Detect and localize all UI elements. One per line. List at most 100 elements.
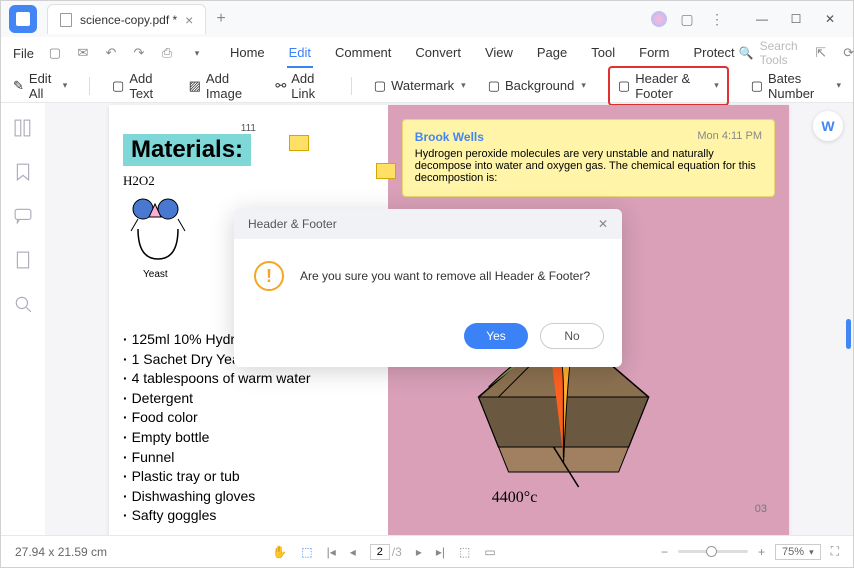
- no-button[interactable]: No: [540, 323, 604, 349]
- materials-heading: Materials:: [123, 134, 251, 166]
- select-tool-icon[interactable]: ⬚: [301, 545, 312, 559]
- yes-button[interactable]: Yes: [464, 323, 528, 349]
- page-total: /3: [392, 545, 402, 559]
- background-button[interactable]: ▢ Background ▾: [488, 78, 586, 94]
- warning-icon: !: [254, 261, 284, 291]
- add-text-button[interactable]: ▢ Add Text: [112, 71, 167, 101]
- bates-icon: ▢: [751, 78, 763, 94]
- left-sidebar: [1, 103, 45, 535]
- save-icon[interactable]: ▢: [46, 44, 64, 62]
- tab-page[interactable]: Page: [535, 39, 569, 68]
- comment-annotation[interactable]: Brook Wells Mon 4:11 PM Hydrogen peroxid…: [402, 119, 775, 197]
- redo-icon[interactable]: ↷: [130, 44, 148, 62]
- tab-edit[interactable]: Edit: [287, 39, 313, 68]
- page-input[interactable]: [370, 544, 390, 560]
- tab-protect[interactable]: Protect: [691, 39, 736, 68]
- undo-icon[interactable]: ↶: [102, 44, 120, 62]
- close-tab-icon[interactable]: ×: [185, 12, 193, 28]
- add-image-button[interactable]: ▨ Add Image: [189, 71, 254, 101]
- page-dimensions: 27.94 x 21.59 cm: [15, 545, 107, 559]
- add-link-button[interactable]: ⚯ Add Link: [275, 71, 329, 101]
- header-footer-icon: ▢: [618, 78, 630, 94]
- comment-time: Mon 4:11 PM: [697, 130, 762, 144]
- chevron-down-icon: ▾: [63, 80, 68, 91]
- tab-home[interactable]: Home: [228, 39, 267, 68]
- tab-comment[interactable]: Comment: [333, 39, 393, 68]
- dialog-title: Header & Footer: [248, 217, 337, 231]
- notification-icon[interactable]: ▢: [677, 9, 697, 29]
- temperature-label: 4400°c: [492, 489, 538, 507]
- edit-all-button[interactable]: ✎ Edit All ▾: [13, 71, 67, 101]
- list-item: 4 tablespoons of warm water: [123, 369, 374, 389]
- image-icon: ▨: [189, 78, 201, 94]
- tab-tool[interactable]: Tool: [589, 39, 617, 68]
- molecule-diagram: Yeast: [123, 189, 223, 279]
- list-item: Detergent: [123, 389, 374, 409]
- text-icon: ▢: [112, 78, 124, 94]
- sticky-note-icon[interactable]: [289, 135, 309, 151]
- search-placeholder: Search Tools: [760, 39, 798, 67]
- search-side-icon[interactable]: [14, 295, 32, 313]
- page-header-num: 111: [123, 123, 374, 134]
- print-dropdown-icon[interactable]: ▾: [188, 44, 206, 62]
- thumbnails-icon[interactable]: [14, 119, 32, 137]
- fullscreen-icon[interactable]: ⛶: [831, 544, 839, 559]
- share-icon[interactable]: ⇱: [812, 44, 830, 62]
- account-icon[interactable]: [651, 11, 667, 27]
- first-page-icon[interactable]: |◂: [327, 545, 336, 559]
- dialog-close-icon[interactable]: ✕: [598, 217, 608, 231]
- word-export-icon[interactable]: W: [813, 111, 843, 141]
- zoom-out-icon[interactable]: −: [661, 545, 668, 559]
- status-bar: 27.94 x 21.59 cm ✋ ⬚ |◂ ◂ /3 ▸ ▸| ⬚ ▭ − …: [1, 535, 853, 567]
- chevron-down-icon: ▾: [581, 80, 586, 91]
- fit-page-icon[interactable]: ▭: [484, 545, 495, 559]
- mail-icon[interactable]: ✉: [74, 44, 92, 62]
- new-tab-button[interactable]: +: [216, 10, 225, 28]
- minimize-button[interactable]: —: [747, 7, 777, 31]
- menu-bar: File ▢ ✉ ↶ ↷ ⎙ ▾ Home Edit Comment Conve…: [1, 37, 853, 69]
- close-window-button[interactable]: ✕: [815, 7, 845, 31]
- chevron-down-icon: ▾: [461, 80, 466, 91]
- zoom-percent[interactable]: 75% ▾: [775, 544, 821, 560]
- comment-text: Hydrogen peroxide molecules are very uns…: [415, 148, 762, 184]
- sticky-note-icon[interactable]: [376, 163, 396, 179]
- search-tools-input[interactable]: 🔍 Search Tools: [739, 39, 798, 67]
- watermark-button[interactable]: ▢ Watermark ▾: [374, 78, 466, 94]
- last-page-icon[interactable]: ▸|: [436, 545, 445, 559]
- tab-view[interactable]: View: [483, 39, 515, 68]
- tab-form[interactable]: Form: [637, 39, 671, 68]
- chevron-down-icon: ▾: [714, 80, 719, 91]
- tab-convert[interactable]: Convert: [413, 39, 463, 68]
- fit-width-icon[interactable]: ⬚: [459, 545, 470, 559]
- comments-icon[interactable]: [14, 207, 32, 225]
- confirm-dialog: Header & Footer ✕ ! Are you sure you wan…: [234, 209, 622, 367]
- cloud-icon[interactable]: ⟳: [840, 44, 854, 62]
- zoom-slider[interactable]: [678, 550, 748, 553]
- prev-page-icon[interactable]: ◂: [350, 545, 356, 559]
- list-item: Dishwashing gloves: [123, 487, 374, 507]
- next-page-icon[interactable]: ▸: [416, 545, 422, 559]
- file-menu[interactable]: File: [13, 46, 34, 61]
- bates-number-button[interactable]: ▢ Bates Number ▾: [751, 71, 841, 101]
- watermark-icon: ▢: [374, 78, 386, 94]
- list-item: Food color: [123, 408, 374, 428]
- bookmarks-icon[interactable]: [14, 163, 32, 181]
- h2o2-label: H2O2: [123, 173, 223, 189]
- title-bar: science-copy.pdf * × + ▢ ⋮ — ☐ ✕: [1, 1, 853, 37]
- document-tab[interactable]: science-copy.pdf * ×: [47, 4, 206, 34]
- header-footer-button[interactable]: ▢ Header & Footer ▾: [608, 66, 729, 106]
- zoom-in-icon[interactable]: +: [758, 545, 765, 559]
- pdf-icon: [60, 13, 72, 27]
- tab-title: science-copy.pdf *: [80, 13, 177, 27]
- attachments-icon[interactable]: [14, 251, 32, 269]
- app-logo[interactable]: [9, 5, 37, 33]
- page-number: 03: [755, 503, 767, 515]
- kebab-menu-icon[interactable]: ⋮: [707, 9, 727, 29]
- print-icon[interactable]: ⎙: [158, 44, 176, 62]
- maximize-button[interactable]: ☐: [781, 7, 811, 31]
- hand-tool-icon[interactable]: ✋: [272, 545, 287, 559]
- comment-author: Brook Wells: [415, 130, 484, 144]
- edit-icon: ✎: [13, 78, 24, 94]
- svg-text:Yeast: Yeast: [143, 269, 168, 279]
- scroll-indicator[interactable]: [846, 319, 851, 349]
